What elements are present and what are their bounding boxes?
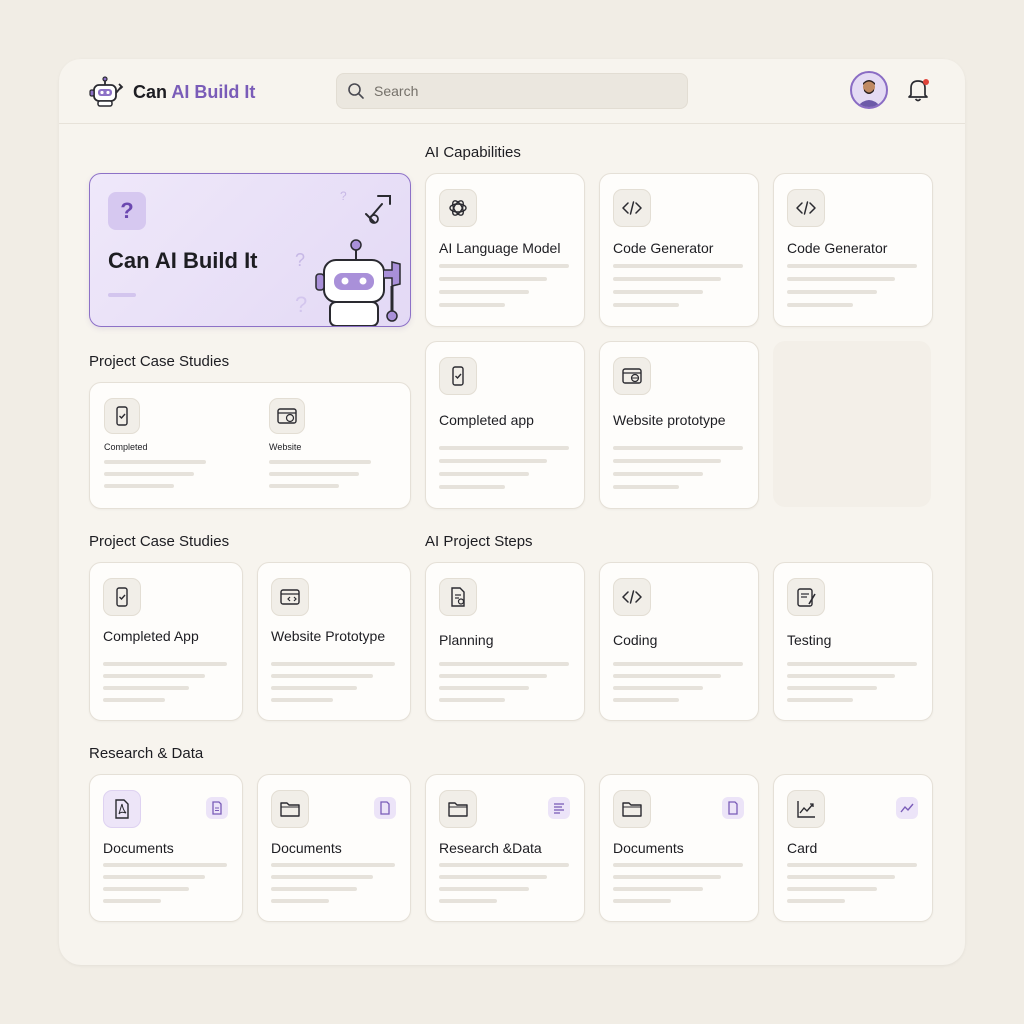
folder-icon: [613, 790, 651, 828]
notification-dot: [923, 79, 929, 85]
section-title-project-case-studies-2: Project Case Studies: [89, 533, 230, 550]
research-card[interactable]: Documents: [599, 774, 759, 922]
openai-knot-icon: [439, 189, 477, 227]
card-title: Documents: [103, 840, 174, 856]
browser-globe-icon: [269, 398, 305, 434]
code-icon: [613, 578, 651, 616]
case-study-card[interactable]: Completed App: [89, 562, 243, 721]
empty-card-placeholder: [773, 341, 931, 507]
project-step-card[interactable]: Testing: [773, 562, 933, 721]
capability-card[interactable]: Website prototype: [599, 341, 759, 509]
card-title: Research &Data: [439, 840, 542, 856]
folder-icon: [439, 790, 477, 828]
research-card[interactable]: Research &Data: [425, 774, 585, 922]
svg-text:?: ?: [295, 292, 307, 317]
browser-globe-icon: [613, 357, 651, 395]
card-title: Planning: [439, 632, 494, 648]
user-avatar-icon: [857, 80, 881, 107]
app-title: Can AI Build It: [133, 82, 255, 103]
pdf-icon: [103, 790, 141, 828]
case-studies-card[interactable]: Completed Website: [89, 382, 411, 509]
list-badge-icon: [548, 797, 570, 819]
section-title-ai-project-steps: AI Project Steps: [425, 533, 533, 550]
folder-icon: [271, 790, 309, 828]
capability-card[interactable]: Code Generator: [599, 173, 759, 327]
card-title: Completed App: [103, 628, 199, 644]
hero-robot-illustration-icon: ? ? ?: [295, 189, 401, 326]
top-bar: Can AI Build It Search: [59, 59, 965, 124]
checklist-icon: [787, 578, 825, 616]
code-icon: [787, 189, 825, 227]
case-study-item[interactable]: Website: [269, 398, 371, 488]
research-card[interactable]: Card: [773, 774, 933, 922]
case-study-label: Completed: [104, 442, 148, 452]
file-badge-icon: [374, 797, 396, 819]
file-badge-icon: [722, 797, 744, 819]
hero-card[interactable]: ? Can AI Build It ? ? ?: [89, 173, 411, 327]
card-title: Card: [787, 840, 818, 856]
card-title: Website Prototype: [271, 628, 386, 644]
project-step-card[interactable]: Coding: [599, 562, 759, 721]
avatar[interactable]: [850, 71, 888, 109]
chart-line-icon: [787, 790, 825, 828]
browser-code-icon: [271, 578, 309, 616]
project-step-card[interactable]: Planning: [425, 562, 585, 721]
research-card[interactable]: Documents: [257, 774, 411, 922]
section-title-project-case-studies: Project Case Studies: [89, 353, 230, 370]
card-title: Code Generator: [613, 240, 714, 256]
case-study-label: Website: [269, 442, 302, 452]
phone-check-icon: [104, 398, 140, 434]
app-title-part-2: AI Build It: [171, 81, 256, 102]
search-icon: [348, 83, 364, 99]
capability-card[interactable]: Code Generator: [773, 173, 933, 327]
card-title: Completed app: [439, 412, 534, 428]
phone-check-icon: [103, 578, 141, 616]
code-icon: [613, 189, 651, 227]
search-input[interactable]: Search: [336, 73, 688, 109]
chart-badge-icon: [896, 797, 918, 819]
app-title-part-1: Can: [133, 81, 168, 102]
capability-card[interactable]: AI Language Model: [425, 173, 585, 327]
robot-logo-icon: [89, 76, 124, 107]
card-title: Documents: [271, 840, 342, 856]
brand[interactable]: Can AI Build It: [87, 73, 255, 111]
research-card[interactable]: Documents: [89, 774, 243, 922]
section-title-ai-capabilities: AI Capabilities: [425, 144, 521, 161]
capability-card[interactable]: Completed app: [425, 341, 585, 509]
card-title: Testing: [787, 632, 832, 648]
card-title: Coding: [613, 632, 658, 648]
phone-check-icon: [439, 357, 477, 395]
card-title: Documents: [613, 840, 684, 856]
section-title-research-data: Research & Data: [89, 745, 204, 762]
notification-bell-icon[interactable]: [906, 77, 930, 103]
card-title: Website prototype: [613, 412, 726, 428]
document-plan-icon: [439, 578, 477, 616]
case-study-item[interactable]: Completed: [104, 398, 206, 488]
svg-text:?: ?: [295, 250, 305, 270]
case-study-card[interactable]: Website Prototype: [257, 562, 411, 721]
search-placeholder: Search: [374, 83, 419, 99]
card-title: Code Generator: [787, 240, 888, 256]
card-title: AI Language Model: [439, 240, 561, 256]
svg-text:?: ?: [340, 189, 347, 203]
doc-badge-icon: [206, 797, 228, 819]
